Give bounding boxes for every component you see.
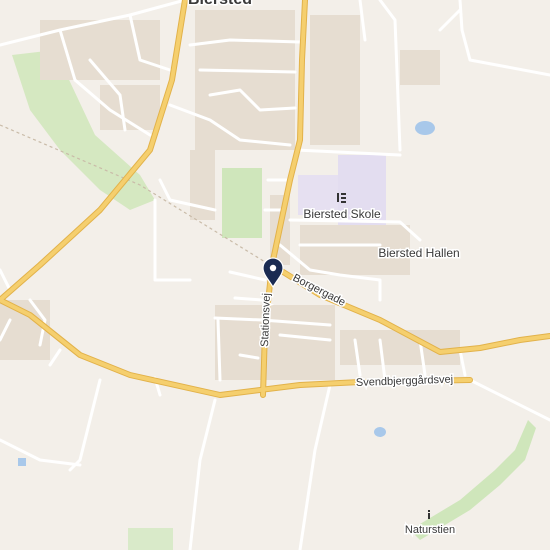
stationsvej-label: Stationsvej [259, 293, 273, 347]
map-canvas[interactable]: Biersted Biersted Skole Biersted Hallen … [0, 0, 550, 550]
info-icon[interactable] [428, 510, 430, 519]
green-field [222, 168, 262, 238]
pond [415, 121, 435, 135]
school-label[interactable]: Biersted Skole [302, 206, 383, 223]
small-pond [374, 427, 386, 437]
green-patch-south [128, 528, 173, 550]
school-icon[interactable] [337, 193, 346, 203]
map-view[interactable]: Biersted Biersted Skole Biersted Hallen … [0, 0, 550, 550]
town-label: Biersted [188, 0, 252, 8]
trail-label[interactable]: Naturstien [403, 523, 456, 538]
hall-label[interactable]: Biersted Hallen [377, 245, 461, 262]
small-pond-west [18, 458, 26, 466]
